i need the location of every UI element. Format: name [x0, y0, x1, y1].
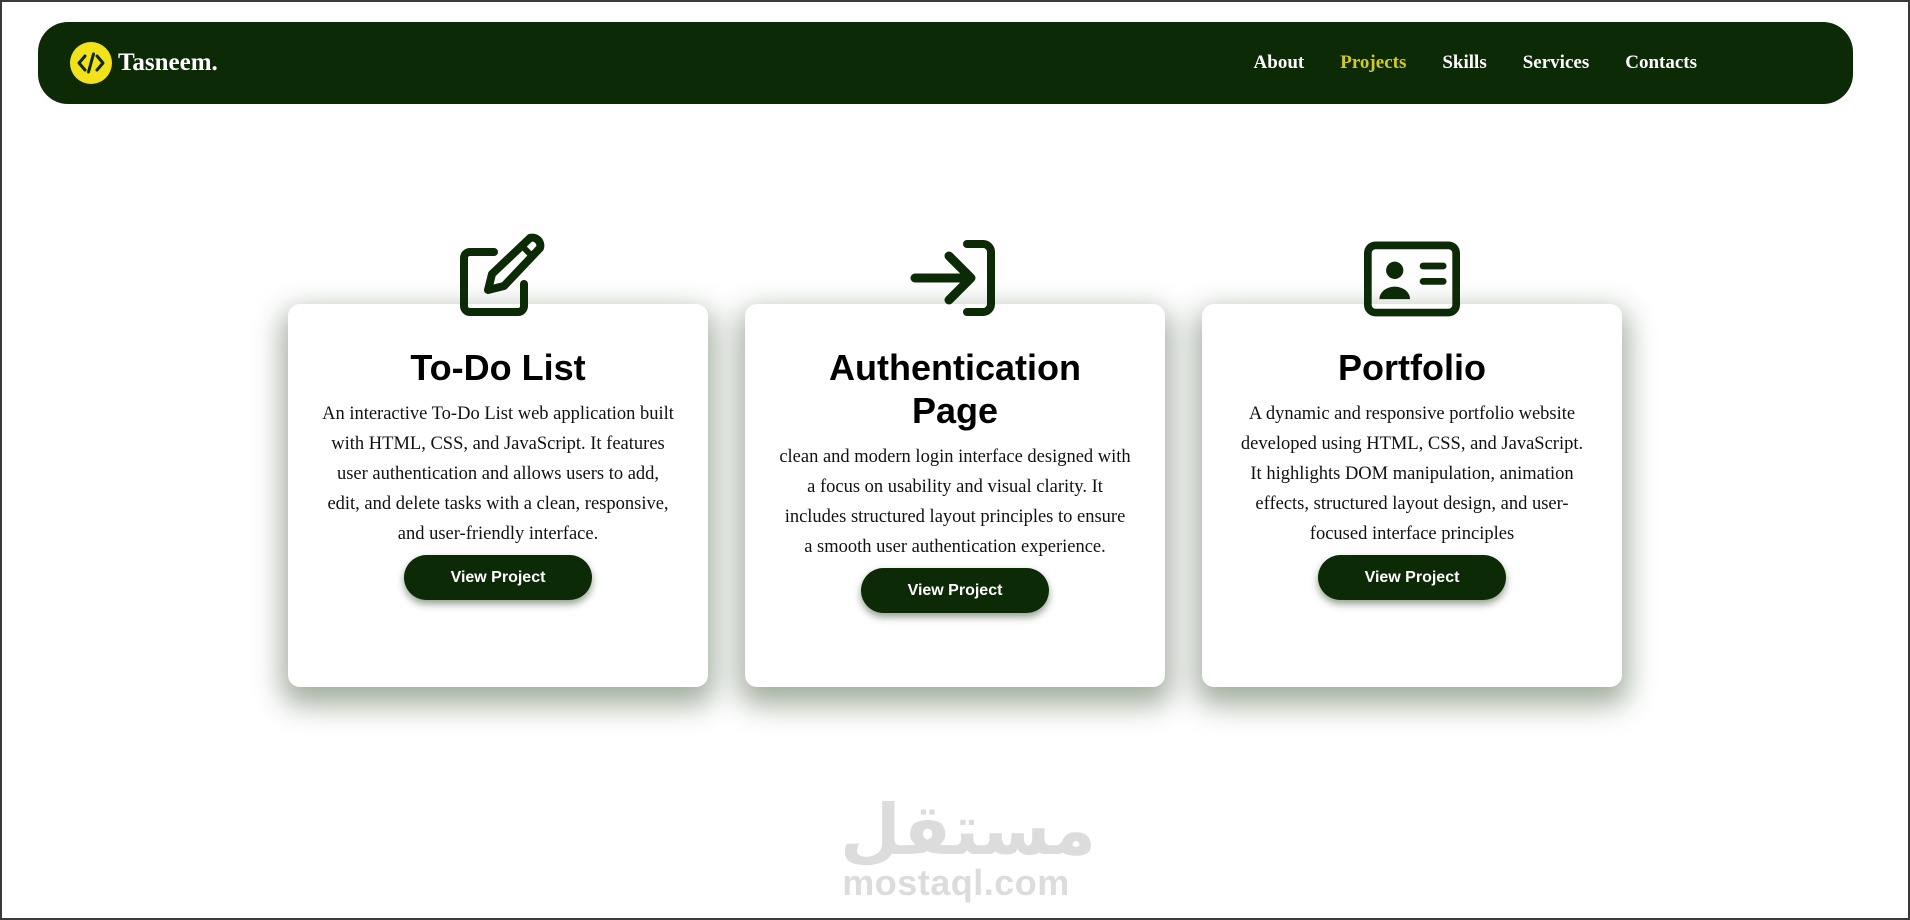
project-description: clean and modern login interface designe… [779, 447, 1131, 557]
login-icon [907, 230, 1003, 326]
watermark-arabic: مستقل [840, 789, 1097, 871]
project-title: Portfolio [1338, 347, 1486, 388]
view-project-button[interactable]: View Project [861, 568, 1049, 613]
project-title: Authentication Page [829, 347, 1081, 431]
brand[interactable]: Tasneem. [70, 22, 218, 104]
edit-icon [450, 230, 546, 326]
view-project-button[interactable]: View Project [404, 555, 592, 600]
nav-link-about[interactable]: About [1254, 52, 1305, 74]
project-card-todo: To-Do List An interactive To-Do List web… [288, 233, 708, 687]
nav-link-projects[interactable]: Projects [1340, 52, 1406, 74]
project-card-portfolio: Portfolio A dynamic and responsive portf… [1202, 241, 1622, 687]
project-description: A dynamic and responsive portfolio websi… [1240, 404, 1584, 544]
nav-link-skills[interactable]: Skills [1442, 52, 1486, 74]
watermark-latin: mostaql.com [842, 862, 1070, 903]
code-icon [70, 42, 112, 84]
view-project-button[interactable]: View Project [1318, 555, 1506, 600]
nav-link-services[interactable]: Services [1523, 52, 1589, 74]
project-description: An interactive To-Do List web applicatio… [322, 404, 674, 544]
nav-links: About Projects Skills Services Contacts [1254, 22, 1697, 104]
projects-section: To-Do List An interactive To-Do List web… [288, 233, 1622, 687]
brand-name: Tasneem. [118, 49, 218, 76]
nav-link-contacts[interactable]: Contacts [1625, 52, 1697, 74]
project-title: To-Do List [410, 347, 586, 388]
watermark: مستقل mostaql.com [840, 789, 1097, 903]
id-card-icon [1364, 230, 1460, 326]
navbar: Tasneem. About Projects Skills Services … [38, 22, 1853, 104]
project-card-auth: Authentication Page clean and modern log… [745, 240, 1165, 687]
